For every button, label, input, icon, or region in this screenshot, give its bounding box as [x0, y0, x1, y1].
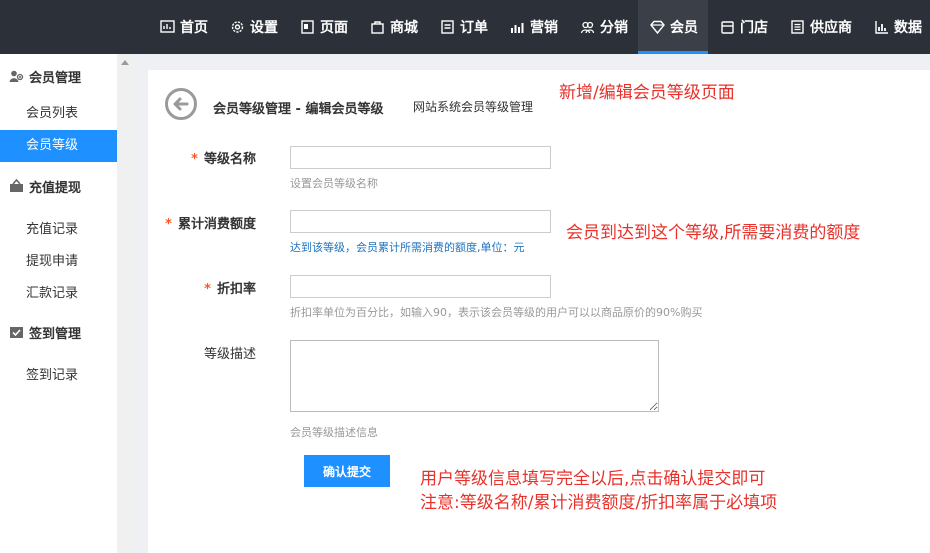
store-icon [721, 21, 734, 34]
bag-icon [371, 21, 384, 34]
nav-item-settings[interactable]: 设置 [218, 0, 288, 54]
sidebar-item-recharge-records[interactable]: 充值记录 [0, 214, 117, 246]
users-icon [580, 21, 595, 34]
nav-label: 设置 [250, 20, 278, 36]
annotation-bottom-line1: 用户等级信息填写完全以后,点击确认提交即可 [420, 469, 766, 489]
nav-label: 营销 [530, 20, 558, 36]
nav-item-home[interactable]: 首页 [148, 0, 218, 54]
sidebar-group-label: 充值提现 [29, 180, 82, 196]
required-mark: * [191, 152, 198, 167]
top-navbar: 首页 设置 页面 商城 订单 营销 分销 会员 门店 供应商 数据 [0, 0, 930, 54]
nav-label: 数据 [894, 20, 922, 36]
level-name-hint: 设置会员等级名称 [290, 177, 378, 190]
total-spend-hint: 达到该等级，会员累计所需消费的额度,单位：元 [290, 241, 525, 254]
sidebar-item-withdraw-requests[interactable]: 提现申请 [0, 246, 117, 278]
label-text: 累计消费额度 [177, 217, 256, 232]
sidebar-item-checkin-records[interactable]: 签到记录 [0, 360, 117, 392]
nav-label: 供应商 [810, 20, 852, 36]
annotation-bottom-line2: 注意:等级名称/累计消费额度/折扣率属于必填项 [420, 493, 778, 513]
nav-label: 商城 [390, 20, 418, 36]
nav-item-stores[interactable]: 门店 [708, 0, 778, 54]
back-button[interactable] [165, 88, 197, 120]
page-icon [301, 20, 314, 34]
nav-label: 会员 [670, 20, 698, 36]
list-icon [441, 20, 454, 34]
nav-item-mall[interactable]: 商城 [358, 0, 428, 54]
bar-chart-icon [511, 23, 524, 33]
sidebar-group-members: 会员管理 [0, 54, 117, 98]
nav-item-suppliers[interactable]: 供应商 [778, 0, 862, 54]
user-group-icon [9, 70, 24, 82]
nav-label: 首页 [180, 20, 208, 36]
chart-icon [160, 20, 175, 33]
level-name-input[interactable] [290, 146, 551, 169]
nav-item-data[interactable]: 数据 [862, 0, 930, 54]
main-nav: 首页 设置 页面 商城 订单 营销 分销 会员 门店 供应商 数据 [148, 0, 930, 54]
arrow-left-icon [173, 97, 189, 111]
submit-button[interactable]: 确认提交 [304, 455, 390, 487]
sidebar-item-remittance-records[interactable]: 汇款记录 [0, 278, 117, 310]
nav-item-distribution[interactable]: 分销 [568, 0, 638, 54]
content-panel: 会员等级管理 - 编辑会员等级 网站系统会员等级管理 新增/编辑会员等级页面 *… [148, 70, 930, 553]
sidebar-group-recharge: 充值提现 [0, 164, 117, 208]
description-textarea[interactable] [290, 340, 659, 412]
wallet-icon [10, 179, 23, 192]
sidebar-group-label: 签到管理 [29, 326, 82, 342]
sidebar-group-checkin: 签到管理 [0, 310, 117, 354]
total-spend-label: * 累计消费额度 [126, 213, 256, 232]
nav-label: 分销 [600, 20, 628, 36]
sidebar: 会员管理 会员列表 会员等级 充值提现 充值记录 提现申请 汇款记录 签到管理 … [0, 54, 117, 553]
calendar-check-icon [10, 327, 23, 338]
level-name-label: * 等级名称 [126, 148, 256, 167]
stats-icon [875, 21, 888, 34]
page-title: 会员等级管理 - 编辑会员等级 [213, 102, 384, 117]
nav-item-members[interactable]: 会员 [638, 0, 708, 54]
sidebar-item-member-levels[interactable]: 会员等级 [0, 130, 117, 162]
discount-hint: 折扣率单位为百分比，如输入90，表示该会员等级的用户可以以商品原价的90%购买 [290, 306, 703, 319]
required-mark: * [165, 217, 172, 232]
annotation-top: 新增/编辑会员等级页面 [559, 83, 735, 103]
nav-label: 订单 [460, 20, 488, 36]
annotation-spend: 会员到达到这个等级,所需要消费的额度 [566, 223, 861, 243]
doc-icon [791, 20, 804, 34]
diamond-icon [650, 20, 665, 34]
required-mark: * [204, 282, 211, 297]
label-text: 等级名称 [203, 152, 256, 167]
nav-item-orders[interactable]: 订单 [428, 0, 498, 54]
discount-label: * 折扣率 [126, 278, 256, 297]
gear-icon [231, 21, 244, 33]
sidebar-group-label: 会员管理 [29, 70, 82, 86]
label-text: 折扣率 [216, 282, 256, 297]
description-hint: 会员等级描述信息 [290, 426, 378, 439]
page-subtitle: 网站系统会员等级管理 [413, 100, 534, 114]
discount-input[interactable] [290, 275, 551, 298]
scroll-up-arrow-icon[interactable] [121, 60, 129, 65]
total-spend-input[interactable] [290, 210, 551, 233]
logo-area [0, 0, 135, 54]
nav-item-pages[interactable]: 页面 [288, 0, 358, 54]
sidebar-scrollbar[interactable] [117, 54, 134, 553]
description-label: 等级描述 [203, 347, 256, 362]
sidebar-item-member-list[interactable]: 会员列表 [0, 98, 117, 130]
nav-label: 页面 [320, 20, 348, 36]
nav-label: 门店 [740, 20, 768, 36]
nav-item-marketing[interactable]: 营销 [498, 0, 568, 54]
